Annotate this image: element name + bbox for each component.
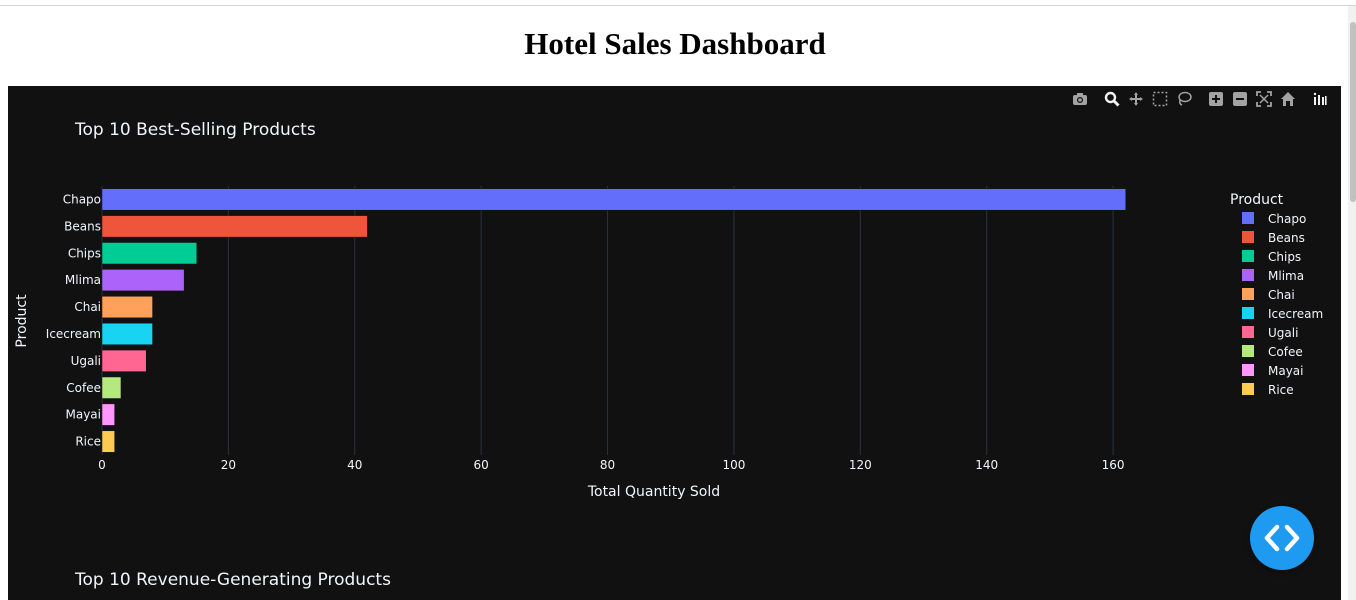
chart-title-revenue: Top 10 Revenue-Generating Products bbox=[75, 570, 391, 590]
chart-modebar bbox=[1068, 90, 1332, 108]
plotly-logo-icon[interactable] bbox=[1308, 90, 1332, 108]
page-title: Hotel Sales Dashboard bbox=[524, 26, 826, 61]
chart-title-best-selling: Top 10 Best-Selling Products bbox=[75, 120, 316, 140]
reset-axes-icon[interactable] bbox=[1276, 90, 1300, 108]
zoom-out-icon[interactable] bbox=[1228, 90, 1252, 108]
chart-panel bbox=[8, 86, 1341, 600]
box-select-icon[interactable] bbox=[1148, 90, 1172, 108]
lasso-icon[interactable] bbox=[1172, 90, 1196, 108]
zoom-in-icon[interactable] bbox=[1204, 90, 1228, 108]
camera-icon[interactable] bbox=[1068, 90, 1092, 108]
scrollbar-thumb[interactable] bbox=[1350, 22, 1356, 202]
browser-top-edge bbox=[0, 0, 1356, 6]
code-toggle-button[interactable] bbox=[1250, 506, 1314, 570]
zoom-icon[interactable] bbox=[1100, 90, 1124, 108]
autoscale-icon[interactable] bbox=[1252, 90, 1276, 108]
pan-icon[interactable] bbox=[1124, 90, 1148, 108]
code-brackets-icon bbox=[1264, 524, 1300, 552]
